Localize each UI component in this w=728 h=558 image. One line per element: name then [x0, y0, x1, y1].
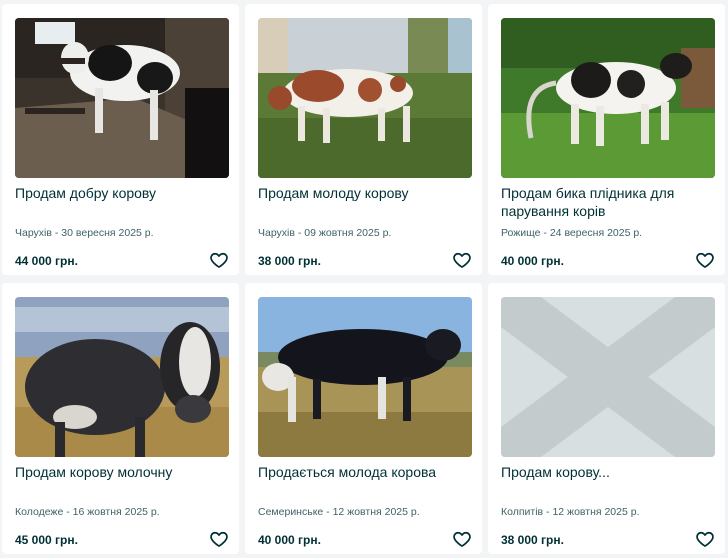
listing-card[interactable]: Продам молоду корову Чарухів - 09 жовтня…	[245, 4, 482, 275]
heart-outline-icon[interactable]	[209, 250, 229, 270]
listing-location-date: Колпитів - 12 жовтня 2025 р.	[501, 506, 640, 518]
heart-outline-icon[interactable]	[452, 250, 472, 270]
listing-title[interactable]: Продається молода корова	[258, 463, 470, 481]
heart-outline-icon[interactable]	[452, 529, 472, 549]
listing-title[interactable]: Продам добру корову	[15, 184, 227, 202]
heart-outline-icon[interactable]	[695, 250, 715, 270]
listing-price: 45 000 грн.	[15, 533, 78, 547]
listing-title[interactable]: Продам молоду корову	[258, 184, 470, 202]
listing-title[interactable]: Продам бика плідника для парування корів	[501, 184, 713, 220]
listing-price: 40 000 грн.	[258, 533, 321, 547]
listing-card[interactable]: Продам корову... Колпитів - 12 жовтня 20…	[488, 283, 725, 554]
heart-outline-icon[interactable]	[209, 529, 229, 549]
listing-photo[interactable]	[501, 18, 715, 178]
listing-photo[interactable]	[15, 18, 229, 178]
listing-photo[interactable]	[258, 297, 472, 457]
heart-outline-icon[interactable]	[695, 529, 715, 549]
listing-title[interactable]: Продам корову молочну	[15, 463, 227, 481]
listing-location-date: Рожище - 24 вересня 2025 р.	[501, 227, 643, 239]
listing-location-date: Колодеже - 16 жовтня 2025 р.	[15, 506, 160, 518]
listing-price: 38 000 грн.	[258, 254, 321, 268]
listing-photo[interactable]	[15, 297, 229, 457]
listing-card[interactable]: Продам корову молочну Колодеже - 16 жовт…	[2, 283, 239, 554]
listing-location-date: Семеринське - 12 жовтня 2025 р.	[258, 506, 420, 518]
listing-card[interactable]: Продам бика плідника для парування корів…	[488, 4, 725, 275]
listing-price: 40 000 грн.	[501, 254, 564, 268]
listing-location-date: Чарухів - 09 жовтня 2025 р.	[258, 227, 392, 239]
listing-title[interactable]: Продам корову...	[501, 463, 713, 481]
listing-card[interactable]: Продається молода корова Семеринське - 1…	[245, 283, 482, 554]
no-photo-placeholder[interactable]	[501, 297, 715, 457]
listing-price: 44 000 грн.	[15, 254, 78, 268]
listing-photo[interactable]	[258, 18, 472, 178]
listing-location-date: Чарухів - 30 вересня 2025 р.	[15, 227, 154, 239]
listing-card[interactable]: Продам добру корову Чарухів - 30 вересня…	[2, 4, 239, 275]
listing-price: 38 000 грн.	[501, 533, 564, 547]
listing-grid: Продам добру корову Чарухів - 30 вересня…	[0, 0, 728, 558]
